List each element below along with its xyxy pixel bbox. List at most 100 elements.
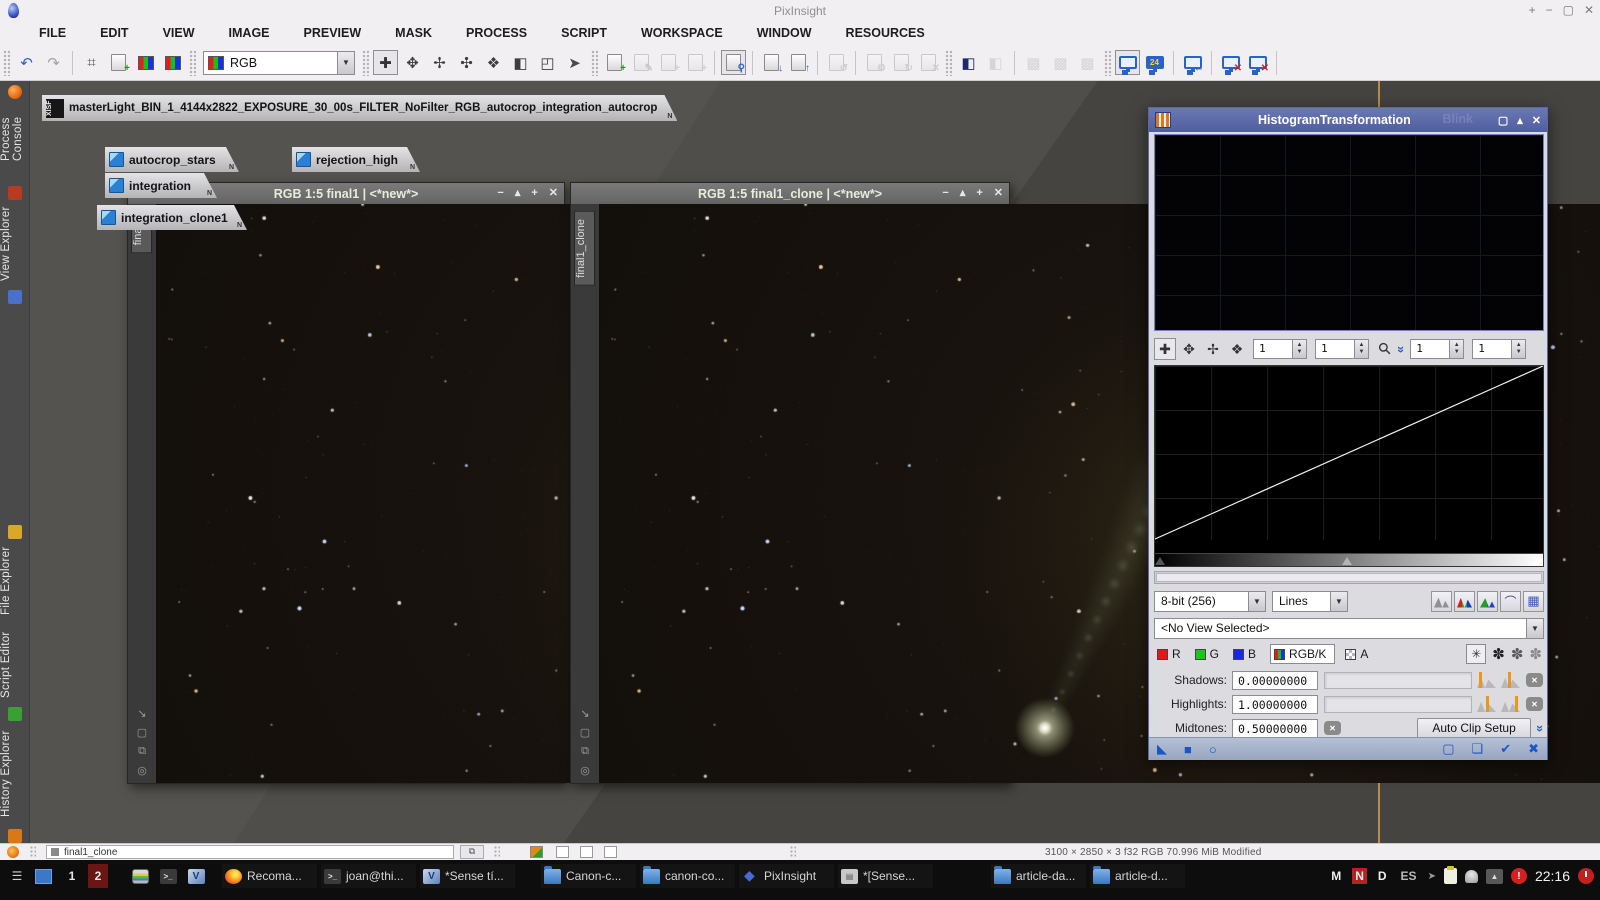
resolution-dropdown[interactable]: 8-bit (256) ▼ [1154, 591, 1266, 612]
iconize-button[interactable]: − [497, 183, 503, 204]
swatch-slot[interactable] [556, 846, 569, 858]
sidebar-tab-view-explorer[interactable]: View Explorer [0, 202, 30, 286]
iconized-tab-autocrop-stars[interactable]: autocrop_stars N [105, 147, 239, 172]
tray-arrow-icon[interactable]: ➤ [1428, 871, 1436, 882]
taskbar-window-article-d-[interactable]: article-d... [1090, 864, 1185, 888]
track-view-icon[interactable]: ✚ [373, 50, 398, 75]
zoom-button[interactable]: + [531, 183, 537, 204]
menu-preview[interactable]: PREVIEW [287, 21, 379, 45]
sidebar-tab-history-explorer-icon[interactable] [8, 829, 22, 843]
taskbar-window-article-da-[interactable]: article-da... [991, 864, 1086, 888]
channel-rgbk-toggle[interactable]: RGB/K [1270, 644, 1335, 664]
enable-mask-icon[interactable]: ▩ [1021, 50, 1046, 75]
sidebar-tab-script-editor-icon[interactable] [8, 707, 22, 721]
detach-button[interactable]: ▢ [1498, 114, 1508, 127]
shadows-reset-icon[interactable]: ✕ [1526, 673, 1543, 687]
transfer-curve-area[interactable] [1154, 365, 1544, 567]
clone-preview-icon[interactable]: + [656, 50, 681, 75]
color-channels-icon[interactable] [133, 50, 158, 75]
tray-indicator-n[interactable]: N [1352, 868, 1367, 884]
realtime-preview-icon[interactable]: ○ [1209, 742, 1217, 757]
toolbar-drag-handle[interactable] [1104, 50, 1111, 76]
menu-window[interactable]: WINDOW [740, 21, 829, 45]
iconized-tab-rejection-high[interactable]: rejection_high N [292, 147, 420, 172]
shade-button[interactable]: ▴ [1517, 114, 1523, 127]
eject-tray-icon[interactable]: ▲ [1486, 869, 1503, 884]
screen-transfer-icon[interactable] [1115, 50, 1140, 75]
iconize-button[interactable]: − [942, 183, 948, 204]
toolbar-drag-handle[interactable] [591, 50, 598, 76]
toolbar-drag-handle[interactable] [189, 50, 196, 76]
toolbar-drag-handle[interactable] [362, 50, 369, 76]
clipboard-tray-icon[interactable] [1444, 868, 1457, 884]
redo-icon[interactable]: ↷ [41, 50, 66, 75]
taskbar-window--sense-t-[interactable]: V*Sense tí... [420, 864, 515, 888]
midtones-gradient-slider[interactable] [1155, 553, 1543, 566]
expand-clipping-icon[interactable]: » [1533, 724, 1548, 731]
pan-mode-icon[interactable]: ✣ [454, 50, 479, 75]
zoom-to-optimal-icon[interactable]: ✢ [427, 50, 452, 75]
graph-h-zoom-spinbox[interactable]: 1▲▼ [1410, 339, 1464, 359]
mask-preview-icon[interactable]: ▩ [1075, 50, 1100, 75]
curve-display-icon[interactable]: ⌒ [1500, 591, 1521, 612]
copy-mode-icon[interactable]: ⧉ [138, 745, 146, 758]
taskbar-window-recoma-[interactable]: Recoma... [222, 864, 317, 888]
execute-icon[interactable]: ✔ [1500, 741, 1511, 757]
menu-file[interactable]: FILE [22, 21, 83, 45]
taskbar-window-pixinsight[interactable]: PixInsight [739, 864, 834, 888]
launcher-terminal-launcher-icon[interactable]: >_ [154, 864, 182, 888]
new-image-icon[interactable]: + [106, 50, 131, 75]
close-image-icon[interactable]: ✕ [916, 50, 941, 75]
iconized-tab-integration[interactable]: integration N [105, 173, 217, 198]
undo-icon[interactable]: ↶ [14, 50, 39, 75]
rgb-workspace-dropdown[interactable]: RGB▼ [203, 51, 355, 75]
shadows-clip-reset-icon[interactable] [1501, 672, 1520, 688]
image-window-final1-clone-titlebar[interactable]: RGB 1:5 final1_clone | <*new*> − ▴ + ✕ [571, 183, 1009, 204]
new-instance-icon[interactable]: ◣ [1157, 741, 1167, 757]
menu-mask[interactable]: MASK [378, 21, 449, 45]
channel-b-toggle[interactable]: B [1233, 647, 1256, 661]
combined-histogram-icon[interactable] [1477, 591, 1498, 612]
midtones-reset-icon[interactable]: ✕ [1324, 721, 1341, 735]
highlights-input[interactable] [1232, 695, 1318, 714]
swatch-slot[interactable] [580, 846, 593, 858]
tray-indicator-m[interactable]: M [1328, 868, 1344, 884]
center-image-icon[interactable]: ❖ [481, 50, 506, 75]
iconized-tab-integration-clone1[interactable]: integration_clone1 N [97, 205, 247, 230]
tray-indicator-d[interactable]: D [1375, 868, 1390, 884]
fit-view-icon[interactable]: ❖ [1226, 338, 1248, 360]
toolbar-drag-handle[interactable] [945, 50, 952, 76]
taskbar-window-canon-c-[interactable]: Canon-c... [541, 864, 636, 888]
apply-icon[interactable]: ■ [1184, 742, 1192, 757]
export-image-icon[interactable]: ↑ [786, 50, 811, 75]
copy-mode-icon[interactable]: ⧉ [581, 745, 589, 758]
screen-24bit-icon[interactable]: 24 [1142, 50, 1167, 75]
menu-edit[interactable]: EDIT [83, 21, 145, 45]
window-minimize-icon[interactable]: − [1546, 0, 1553, 21]
mtf-grid-icon[interactable]: ✽ [1492, 645, 1505, 663]
pointer-icon[interactable]: ➤ [562, 50, 587, 75]
active-view-field[interactable]: final1_clone [46, 845, 454, 859]
auto-clip-setup-button[interactable]: Auto Clip Setup [1417, 718, 1530, 739]
zoom-button[interactable]: + [976, 183, 982, 204]
workspace-button-1[interactable]: 1 [62, 864, 82, 888]
toolbar-drag-handle[interactable] [3, 50, 10, 76]
reload-image-icon[interactable]: ↻ [889, 50, 914, 75]
zoom-out-all-icon[interactable]: ✥ [1178, 338, 1200, 360]
delete-preview-icon[interactable]: + [683, 50, 708, 75]
highlights-clip-reset-icon[interactable] [1501, 696, 1520, 712]
import-image-icon[interactable]: ↓ [759, 50, 784, 75]
highlights-reset-icon[interactable]: ✕ [1526, 697, 1543, 711]
notifications-tray-icon[interactable] [1465, 870, 1478, 883]
grid-toggle-icon[interactable]: ▦ [1523, 591, 1544, 612]
horizontal-zoom-spinbox[interactable]: 1▲▼ [1253, 339, 1307, 359]
sidebar-tab-file-explorer[interactable]: File Explorer [0, 541, 30, 621]
readout-mode-icon[interactable]: ◎ [580, 764, 590, 777]
preview-mode-icon[interactable]: ◰ [535, 50, 560, 75]
highlights-clip-icon[interactable] [1477, 696, 1496, 712]
window-maximize-icon[interactable]: ▢ [1563, 0, 1574, 21]
channel-r-toggle[interactable]: R [1157, 647, 1181, 661]
histogram-titlebar[interactable]: HistogramTransformation ▢ ▴ ✕ [1149, 108, 1547, 132]
find-preview-icon[interactable]: ⚲ [721, 50, 746, 75]
iconized-tab-masterlight[interactable]: XISF masterLight_BIN_1_4144x2822_EXPOSUR… [42, 95, 677, 121]
